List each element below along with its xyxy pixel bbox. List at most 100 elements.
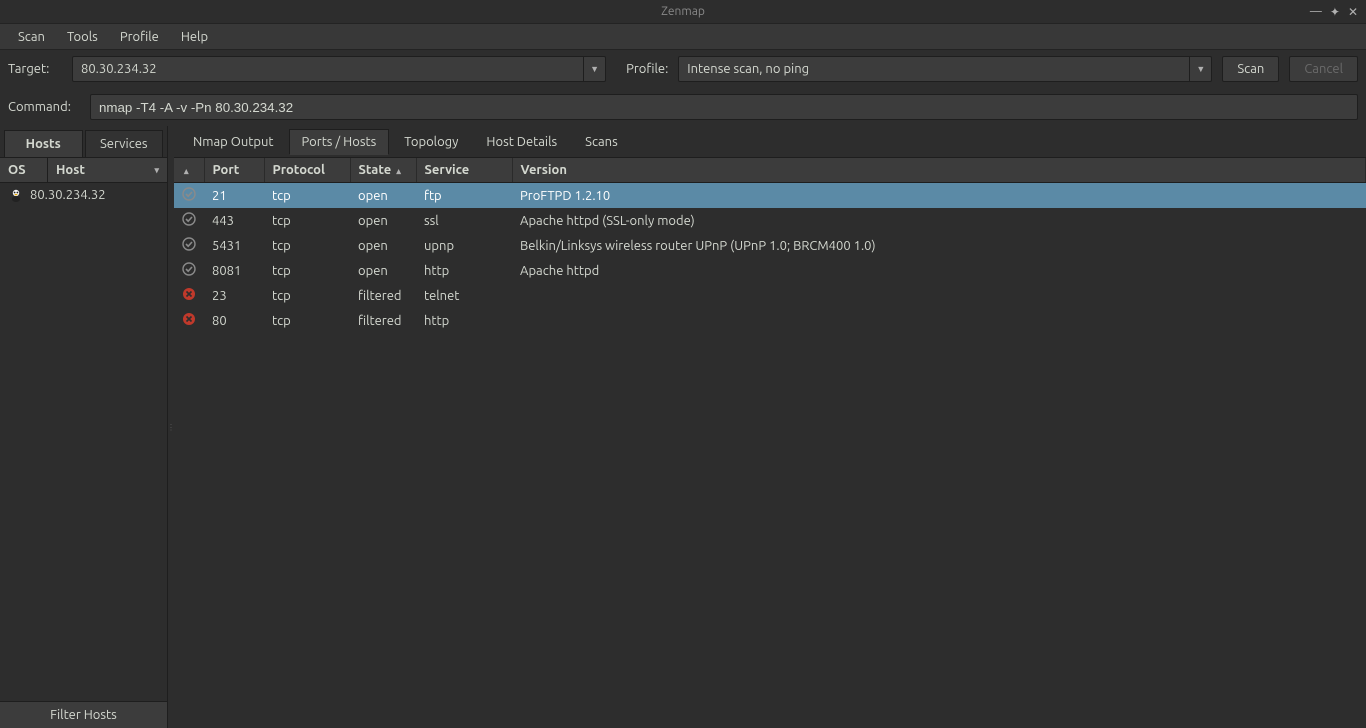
profile-label: Profile:: [626, 62, 668, 76]
tab-host-details[interactable]: Host Details: [473, 129, 570, 155]
col-status[interactable]: ▴: [174, 158, 204, 183]
service-cell: upnp: [416, 233, 512, 258]
titlebar: Zenmap — ✦ ✕: [0, 0, 1366, 24]
service-cell: ssl: [416, 208, 512, 233]
col-service[interactable]: Service: [416, 158, 512, 183]
chevron-down-icon[interactable]: ▼: [583, 57, 605, 81]
command-row: Command:: [0, 88, 1366, 126]
profile-value[interactable]: Intense scan, no ping: [679, 57, 1189, 81]
blocked-circle-icon: [174, 308, 204, 333]
service-cell: http: [416, 308, 512, 333]
state-cell: open: [350, 258, 416, 283]
linux-icon: [8, 187, 24, 203]
version-cell: Apache httpd: [512, 258, 1366, 283]
host-column-label: Host: [56, 163, 85, 177]
menubar: Scan Tools Profile Help: [0, 24, 1366, 50]
port-cell: 21: [204, 183, 264, 209]
chevron-up-icon: ▴: [396, 166, 401, 176]
chevron-up-icon: ▴: [184, 166, 189, 176]
ports-table-wrap: ▴ Port Protocol State ▴ Service Version …: [174, 158, 1366, 728]
host-list-header: OS Host ▾: [0, 158, 167, 183]
tab-hosts[interactable]: Hosts: [4, 130, 83, 157]
menu-help[interactable]: Help: [171, 27, 218, 47]
right-pane: Nmap Output Ports / Hosts Topology Host …: [174, 126, 1366, 728]
check-circle-icon: [174, 258, 204, 283]
right-tabs: Nmap Output Ports / Hosts Topology Host …: [174, 126, 1366, 158]
protocol-cell: tcp: [264, 308, 350, 333]
col-protocol[interactable]: Protocol: [264, 158, 350, 183]
command-input[interactable]: [90, 94, 1358, 120]
host-label: 80.30.234.32: [30, 188, 106, 202]
tab-scans[interactable]: Scans: [572, 129, 631, 155]
tab-nmap-output[interactable]: Nmap Output: [180, 129, 287, 155]
port-cell: 443: [204, 208, 264, 233]
left-tabs: Hosts Services: [0, 126, 167, 158]
cancel-button-label: Cancel: [1304, 62, 1343, 76]
table-row[interactable]: 21tcpopenftpProFTPD 1.2.10: [174, 183, 1366, 209]
state-cell: filtered: [350, 283, 416, 308]
table-row[interactable]: 80tcpfilteredhttp: [174, 308, 1366, 333]
ports-table: ▴ Port Protocol State ▴ Service Version …: [174, 158, 1366, 333]
cancel-button: Cancel: [1289, 56, 1358, 82]
state-cell: open: [350, 183, 416, 209]
protocol-cell: tcp: [264, 183, 350, 209]
state-cell: filtered: [350, 308, 416, 333]
profile-combo[interactable]: Intense scan, no ping ▼: [678, 56, 1212, 82]
state-cell: open: [350, 233, 416, 258]
maximize-icon[interactable]: ✦: [1330, 5, 1340, 19]
table-row[interactable]: 23tcpfilteredtelnet: [174, 283, 1366, 308]
col-state-label: State: [359, 163, 392, 177]
tab-topology[interactable]: Topology: [391, 129, 471, 155]
menu-profile[interactable]: Profile: [110, 27, 169, 47]
tab-services[interactable]: Services: [85, 130, 164, 157]
blocked-circle-icon: [174, 283, 204, 308]
protocol-cell: tcp: [264, 258, 350, 283]
command-label: Command:: [8, 100, 80, 114]
table-row[interactable]: 443tcpopensslApache httpd (SSL-only mode…: [174, 208, 1366, 233]
chevron-down-icon: ▾: [154, 165, 159, 176]
check-circle-icon: [174, 183, 204, 209]
window-controls: — ✦ ✕: [1310, 0, 1358, 23]
target-label: Target:: [8, 62, 62, 76]
target-value[interactable]: 80.30.234.32: [73, 57, 583, 81]
tab-ports-hosts[interactable]: Ports / Hosts: [289, 129, 390, 155]
host-row[interactable]: 80.30.234.32: [0, 183, 167, 207]
menu-scan[interactable]: Scan: [8, 27, 55, 47]
col-version[interactable]: Version: [512, 158, 1366, 183]
scan-button-label: Scan: [1237, 62, 1264, 76]
version-cell: [512, 283, 1366, 308]
chevron-down-icon[interactable]: ▼: [1189, 57, 1211, 81]
body: Hosts Services OS Host ▾ 80.30.234.32 Fi…: [0, 126, 1366, 728]
left-pane: Hosts Services OS Host ▾ 80.30.234.32 Fi…: [0, 126, 168, 728]
check-circle-icon: [174, 208, 204, 233]
col-state[interactable]: State ▴: [350, 158, 416, 183]
version-cell: [512, 308, 1366, 333]
ports-header-row: ▴ Port Protocol State ▴ Service Version: [174, 158, 1366, 183]
protocol-cell: tcp: [264, 283, 350, 308]
service-cell: telnet: [416, 283, 512, 308]
host-list: 80.30.234.32: [0, 183, 167, 701]
state-cell: open: [350, 208, 416, 233]
protocol-cell: tcp: [264, 233, 350, 258]
port-cell: 23: [204, 283, 264, 308]
filter-hosts-label: Filter Hosts: [50, 708, 117, 722]
col-port[interactable]: Port: [204, 158, 264, 183]
minimize-icon[interactable]: —: [1310, 5, 1322, 18]
window-title: Zenmap: [661, 5, 705, 18]
check-circle-icon: [174, 233, 204, 258]
port-cell: 80: [204, 308, 264, 333]
table-row[interactable]: 8081tcpopenhttpApache httpd: [174, 258, 1366, 283]
close-icon[interactable]: ✕: [1348, 5, 1358, 19]
target-row: Target: 80.30.234.32 ▼ Profile: Intense …: [0, 50, 1366, 88]
table-row[interactable]: 5431tcpopenupnpBelkin/Linksys wireless r…: [174, 233, 1366, 258]
target-combo[interactable]: 80.30.234.32 ▼: [72, 56, 606, 82]
host-column-header[interactable]: Host ▾: [48, 158, 167, 182]
service-cell: http: [416, 258, 512, 283]
os-column-header[interactable]: OS: [0, 158, 48, 182]
filter-hosts-button[interactable]: Filter Hosts: [0, 701, 167, 728]
scan-button[interactable]: Scan: [1222, 56, 1279, 82]
port-cell: 8081: [204, 258, 264, 283]
port-cell: 5431: [204, 233, 264, 258]
version-cell: ProFTPD 1.2.10: [512, 183, 1366, 209]
menu-tools[interactable]: Tools: [57, 27, 108, 47]
